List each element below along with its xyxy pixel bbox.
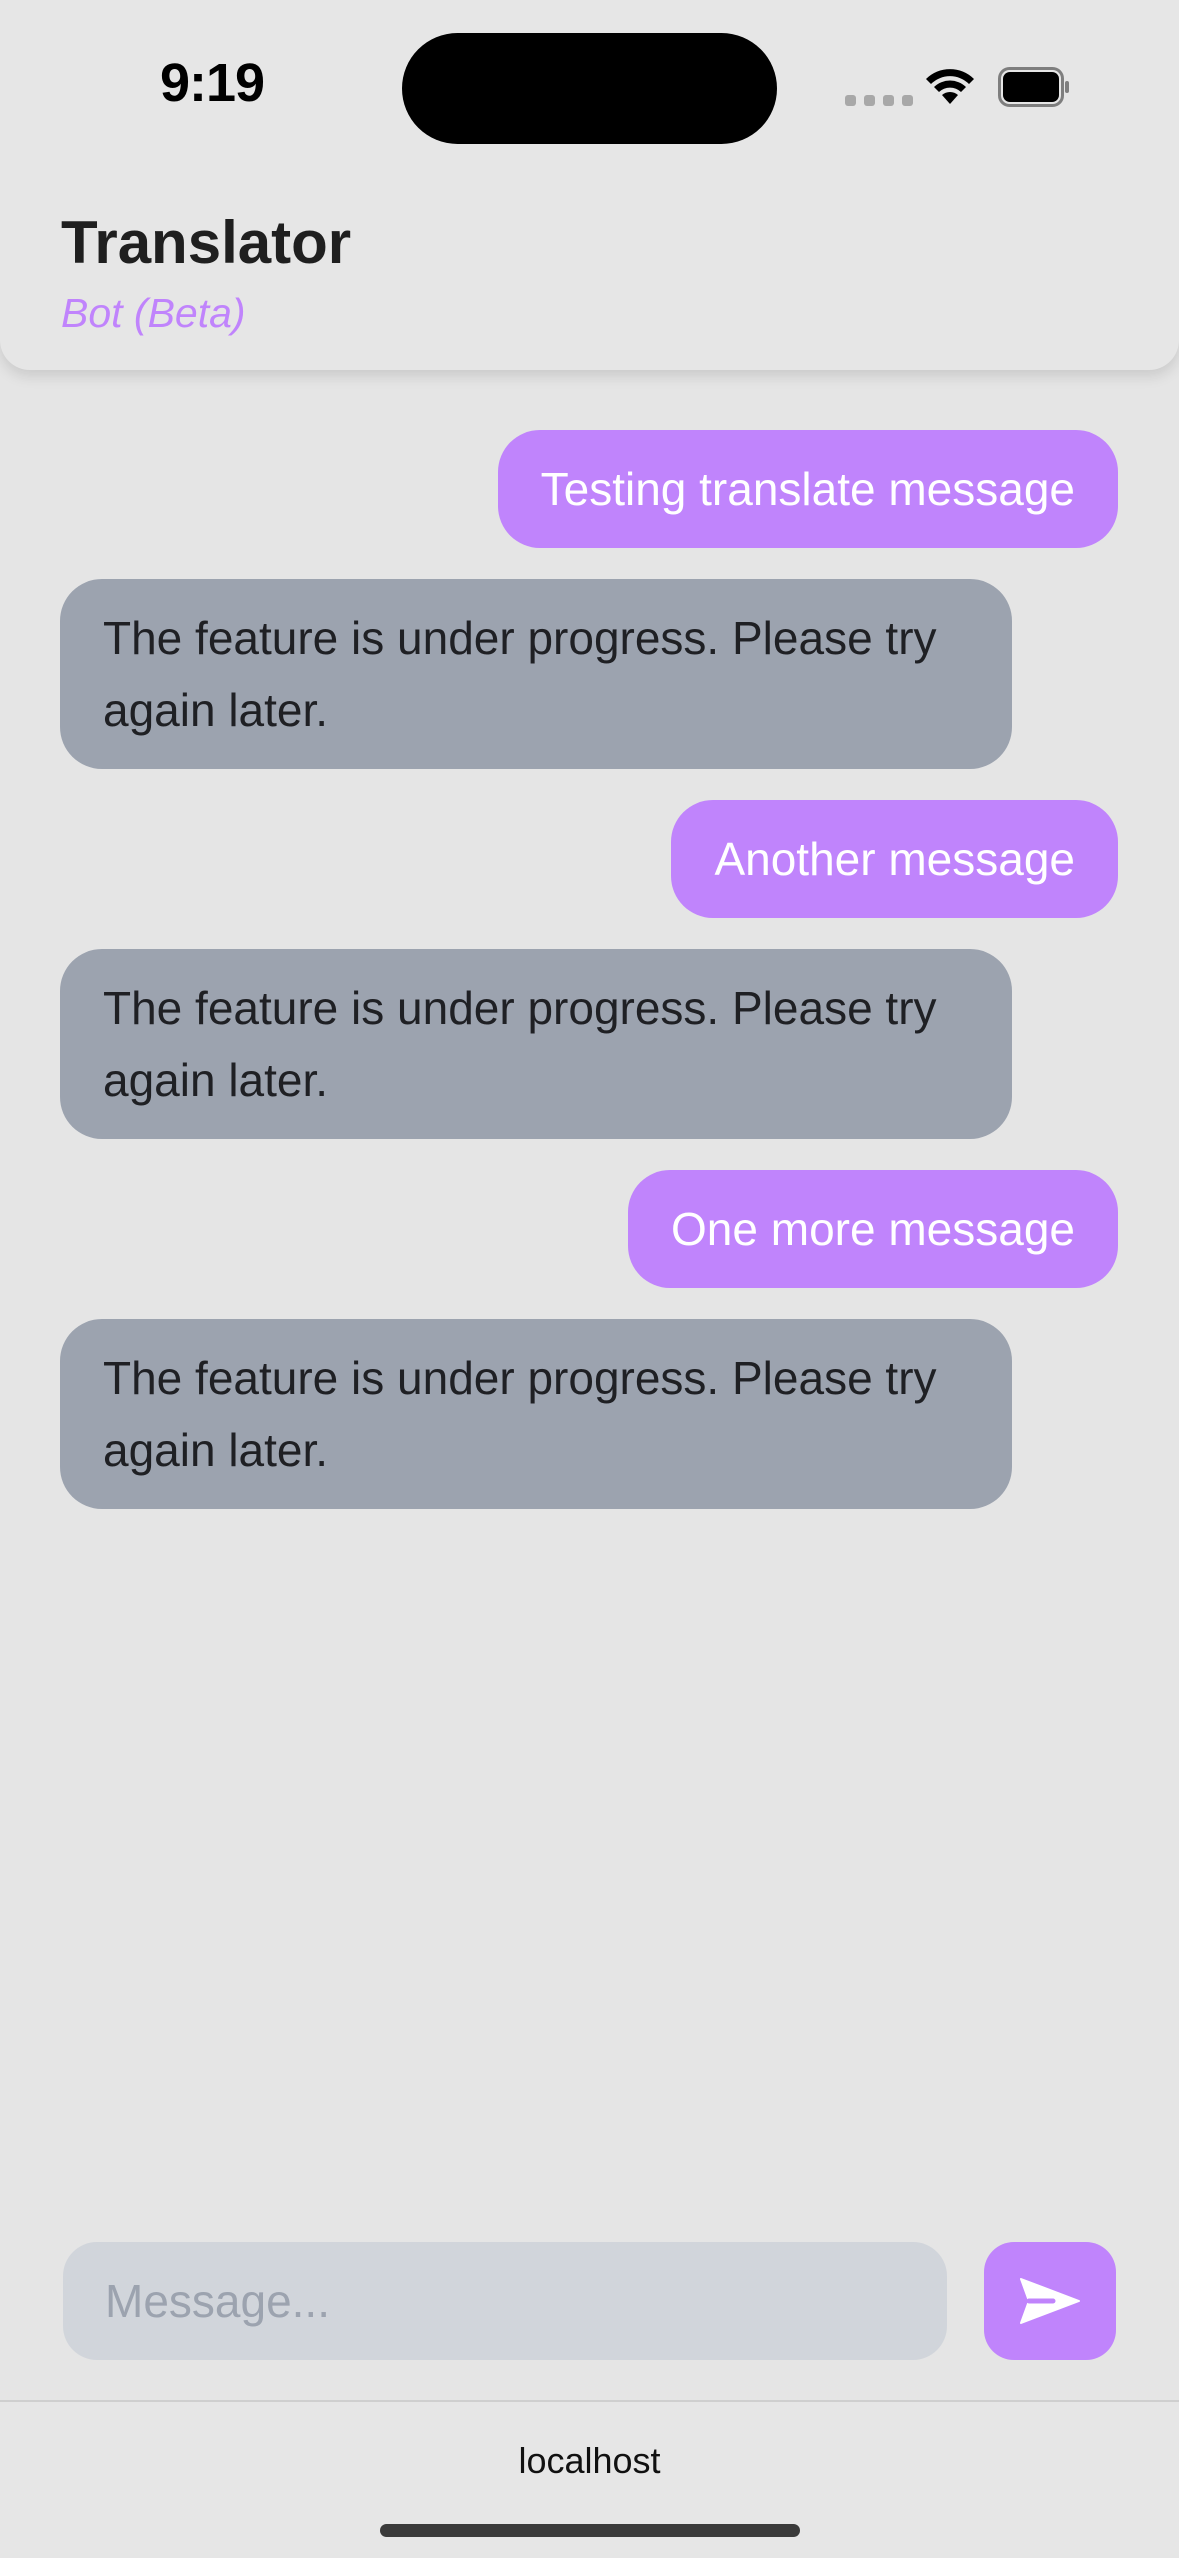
send-button[interactable] xyxy=(984,2242,1116,2360)
user-message: Another message xyxy=(671,800,1118,918)
status-time: 9:19 xyxy=(160,53,265,113)
message-input[interactable] xyxy=(63,2242,947,2360)
cellular-signal-icon xyxy=(845,95,913,106)
message-list: Testing translate message The feature is… xyxy=(60,430,1118,1509)
user-message: One more message xyxy=(628,1170,1118,1288)
send-icon xyxy=(1020,2278,1080,2324)
browser-bottom-bar: localhost xyxy=(0,2400,1179,2558)
url-label[interactable]: localhost xyxy=(0,2440,1179,2482)
bot-message: The feature is under progress. Please tr… xyxy=(60,579,1012,769)
dynamic-island xyxy=(402,33,777,144)
home-indicator[interactable] xyxy=(380,2524,800,2537)
bot-message: The feature is under progress. Please tr… xyxy=(60,1319,1012,1509)
bot-message: The feature is under progress. Please tr… xyxy=(60,949,1012,1139)
page-title: Translator xyxy=(61,209,352,276)
battery-icon xyxy=(998,67,1069,107)
status-bar: 9:19 xyxy=(0,0,1179,180)
wifi-icon xyxy=(926,69,974,104)
page-subtitle: Bot (Beta) xyxy=(61,290,246,336)
message-composer xyxy=(0,2240,1179,2360)
user-message: Testing translate message xyxy=(497,430,1118,548)
